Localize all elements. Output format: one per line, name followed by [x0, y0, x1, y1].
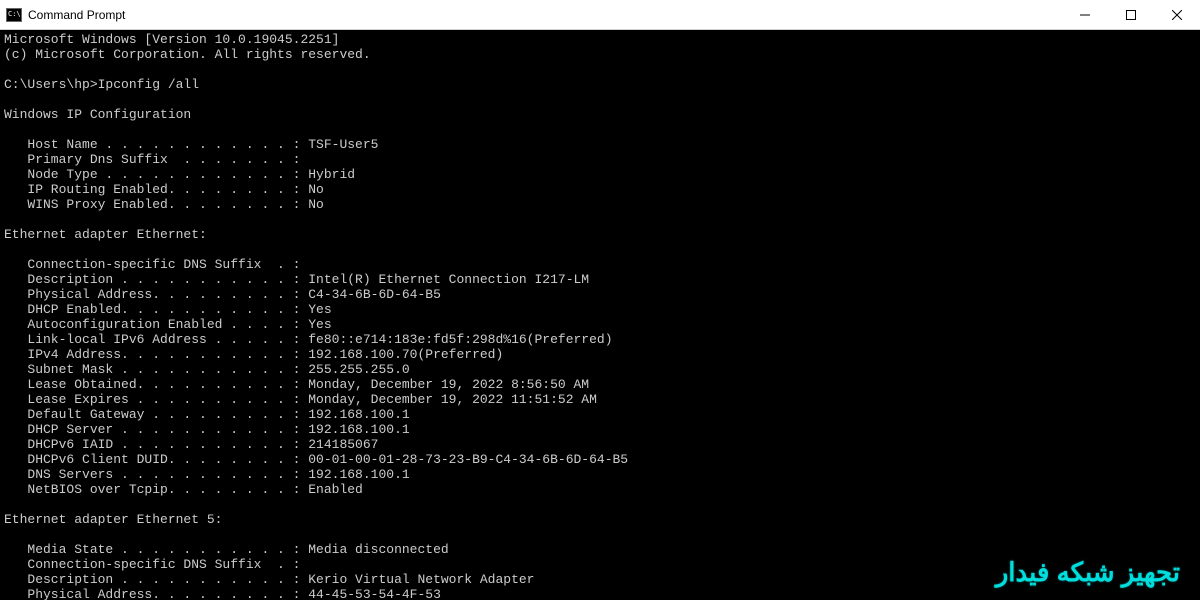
terminal-output[interactable]: Microsoft Windows [Version 10.0.19045.22…	[0, 30, 1200, 600]
minimize-button[interactable]	[1062, 0, 1108, 30]
terminal-text: Microsoft Windows [Version 10.0.19045.22…	[4, 32, 1196, 600]
window-controls	[1062, 0, 1200, 29]
window-title: Command Prompt	[28, 8, 125, 22]
titlebar-left: C:\ Command Prompt	[0, 8, 125, 22]
maximize-button[interactable]	[1108, 0, 1154, 30]
close-button[interactable]	[1154, 0, 1200, 30]
cmd-icon: C:\	[6, 8, 22, 22]
watermark-text: تجهیز شبکه فیدار	[996, 565, 1180, 580]
titlebar[interactable]: C:\ Command Prompt	[0, 0, 1200, 30]
command-prompt-window: C:\ Command Prompt Microsoft Windows [Ve…	[0, 0, 1200, 600]
